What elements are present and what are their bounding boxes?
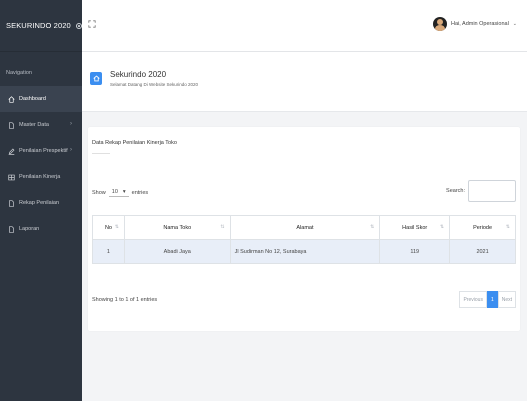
brand: SEKURINDO 2020 (0, 0, 82, 52)
user-greeting: Hai, Admin Operasional (451, 21, 509, 27)
cell-alamat: Jl Sudirman No 12, Surabaya (229, 239, 381, 264)
chevron-down-icon: ⌄ (512, 21, 517, 27)
sort-icon: ⇅ (370, 224, 375, 230)
sidebar-item-rekap-penilaian[interactable]: Rekap Penilaian (0, 190, 82, 216)
table-header-row: No ⇅ Nama Toko ⇅ Alamat ⇅ Hasil Skor ⇅ Perio… (92, 215, 516, 240)
search-label: Search: (446, 188, 465, 194)
sidebar: SEKURINDO 2020 Navigation Dashboard Mast… (0, 0, 82, 401)
sidebar-item-label: Penilaian Kinerja (19, 174, 61, 180)
sidebar-item-label: Dashboard (19, 96, 46, 102)
sidebar-item-label: Laporan (19, 226, 40, 232)
home-badge-icon (90, 72, 102, 85)
chevron-down-icon: ▾ (122, 189, 126, 195)
sidebar-item-penilaian-prespektif[interactable]: Penilaian Prespektif › (0, 138, 82, 164)
column-header-alamat[interactable]: Alamat ⇅ (229, 215, 381, 240)
file-icon (8, 199, 15, 207)
page-title: Sekurindo 2020 (110, 70, 167, 79)
sort-icon: ⇅ (220, 224, 225, 230)
card-title: Data Rekap Penilaian Kinerja Toko (92, 140, 177, 146)
sidebar-item-laporan[interactable]: Laporan (0, 216, 82, 242)
sidebar-item-penilaian-kinerja[interactable]: Penilaian Kinerja (0, 164, 82, 190)
cell-hasil-skor: 119 (379, 239, 451, 264)
page-subtitle: Selamat Datang Di Website Sekurindo 2020 (110, 82, 198, 87)
cell-no: 1 (92, 239, 125, 264)
sidebar-item-label: Penilaian Prespektif (19, 148, 68, 154)
show-label: Show (92, 189, 106, 196)
file-icon (8, 121, 15, 129)
entries-select[interactable]: 10 ▾ (108, 188, 129, 197)
page-header: Sekurindo 2020 Selamat Datang Di Website… (82, 52, 527, 112)
user-menu[interactable]: Hai, Admin Operasional ⌄ (433, 17, 517, 31)
page-1-button[interactable]: 1 (486, 291, 498, 308)
table-icon (8, 174, 15, 181)
column-header-no[interactable]: No ⇅ (92, 215, 125, 240)
entries-value: 10 (111, 189, 118, 195)
cell-nama-toko: Abadi Jaya (123, 239, 231, 264)
expand-icon[interactable] (88, 20, 96, 28)
table-row: 1 Abadi Jaya Jl Sudirman No 12, Surabaya… (92, 239, 516, 264)
cell-periode: 2021 (449, 239, 516, 264)
home-icon (8, 95, 15, 103)
sidebar-item-master-data[interactable]: Master Data › (0, 112, 82, 138)
avatar (433, 17, 448, 31)
sidebar-item-label: Master Data (19, 122, 49, 128)
sort-icon: ⇅ (505, 224, 510, 230)
chevron-right-icon: › (70, 147, 72, 153)
data-table: No ⇅ Nama Toko ⇅ Alamat ⇅ Hasil Skor ⇅ Perio… (92, 215, 516, 264)
sidebar-item-label: Rekap Penilaian (19, 200, 60, 206)
table-info: Showing 1 to 1 of 1 entries (92, 297, 158, 303)
file-icon (8, 225, 15, 233)
next-button[interactable]: Next (497, 291, 516, 308)
show-entries: Show 10 ▾ entries (92, 188, 148, 197)
column-header-periode[interactable]: Periode ⇅ (449, 215, 516, 240)
chevron-right-icon: › (70, 121, 72, 127)
entries-label: entries (131, 189, 149, 196)
nav-heading: Navigation (6, 70, 32, 76)
data-card: Data Rekap Penilaian Kinerja Toko Show 1… (88, 127, 520, 331)
sidebar-toggle-icon[interactable] (75, 22, 82, 29)
edit-icon (8, 148, 15, 155)
brand-name[interactable]: SEKURINDO 2020 (6, 21, 71, 30)
column-header-hasil-skor[interactable]: Hasil Skor ⇅ (379, 215, 451, 240)
sort-icon: ⇅ (114, 224, 119, 230)
column-header-nama-toko[interactable]: Nama Toko ⇅ (123, 215, 231, 240)
sidebar-item-dashboard[interactable]: Dashboard (0, 86, 82, 112)
sort-icon: ⇅ (439, 224, 445, 230)
search-input[interactable] (468, 180, 516, 202)
pagination: Previous 1 Next (459, 291, 516, 308)
top-header: Hai, Admin Operasional ⌄ (82, 0, 527, 52)
title-divider (92, 153, 110, 154)
previous-button[interactable]: Previous (459, 291, 487, 308)
search-wrap: Search: (446, 180, 516, 202)
